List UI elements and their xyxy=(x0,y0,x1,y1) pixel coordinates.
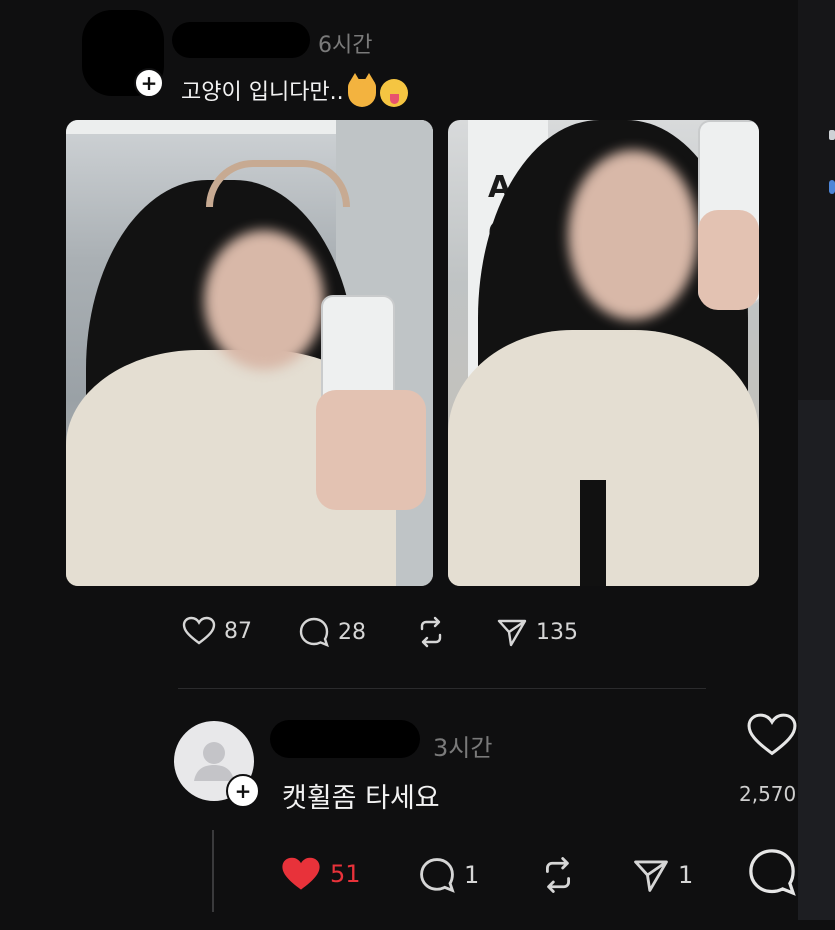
follow-plus-icon[interactable]: + xyxy=(226,774,260,808)
heart-icon xyxy=(182,616,216,645)
side-like-button[interactable] xyxy=(746,712,798,762)
post-photo-1[interactable]: A xyxy=(66,120,433,586)
reply-like-count: 51 xyxy=(330,860,361,888)
reply-text: 캣휠좀 타세요 xyxy=(282,783,440,814)
thread-divider xyxy=(178,688,706,689)
reply-comment-button[interactable]: 1 xyxy=(418,856,479,894)
side-comment-button[interactable] xyxy=(746,846,798,902)
cat-ear-headband xyxy=(206,160,350,207)
share-button[interactable]: 135 xyxy=(496,616,578,648)
post-timestamp: 6시간 xyxy=(318,33,373,58)
thread-line xyxy=(212,830,214,912)
repost-icon xyxy=(420,616,442,648)
reply-timestamp: 3시간 xyxy=(433,734,493,762)
comment-count: 28 xyxy=(338,619,366,645)
send-icon xyxy=(497,619,527,647)
follow-plus-icon[interactable]: + xyxy=(134,68,164,98)
blurred-face xyxy=(204,230,324,370)
reply-like-button[interactable]: 51 xyxy=(280,856,361,892)
blurred-face xyxy=(568,150,698,320)
reply-comment-count: 1 xyxy=(464,861,480,889)
side-like-count: 2,570 xyxy=(739,782,797,806)
hand-shape xyxy=(698,210,759,310)
cropped-ui-fragment xyxy=(829,180,835,194)
repost-icon xyxy=(546,857,570,893)
comment-button[interactable]: 28 xyxy=(298,616,366,648)
post-caption: 고양이 입니다만.. xyxy=(181,80,344,105)
like-count: 87 xyxy=(224,618,252,644)
reply-share-button[interactable]: 1 xyxy=(632,856,693,894)
inner-shirt xyxy=(580,480,606,586)
reply-share-count: 1 xyxy=(678,861,694,889)
reply-repost-button[interactable] xyxy=(538,856,578,894)
background-panel xyxy=(798,0,835,400)
post-photo-2[interactable]: A O xyxy=(448,120,759,586)
share-count: 135 xyxy=(536,619,578,645)
repost-button[interactable] xyxy=(414,616,448,648)
heart-icon xyxy=(747,713,797,756)
hand-shape xyxy=(316,390,426,510)
like-button[interactable]: 87 xyxy=(182,616,252,646)
send-icon xyxy=(634,860,668,892)
cropped-ui-fragment xyxy=(829,130,835,140)
comment-bubble-icon xyxy=(749,849,796,896)
background-panel-lower xyxy=(798,400,835,920)
username-redacted[interactable] xyxy=(172,22,310,58)
cat-face-emoji xyxy=(347,73,376,107)
heart-filled-icon xyxy=(282,857,320,890)
post-text: 고양이 입니다만.. xyxy=(181,73,408,107)
tongue-out-emoji xyxy=(379,79,408,107)
comment-bubble-icon xyxy=(420,858,455,893)
comment-bubble-icon xyxy=(299,617,329,648)
reply-username-redacted[interactable] xyxy=(270,720,420,758)
